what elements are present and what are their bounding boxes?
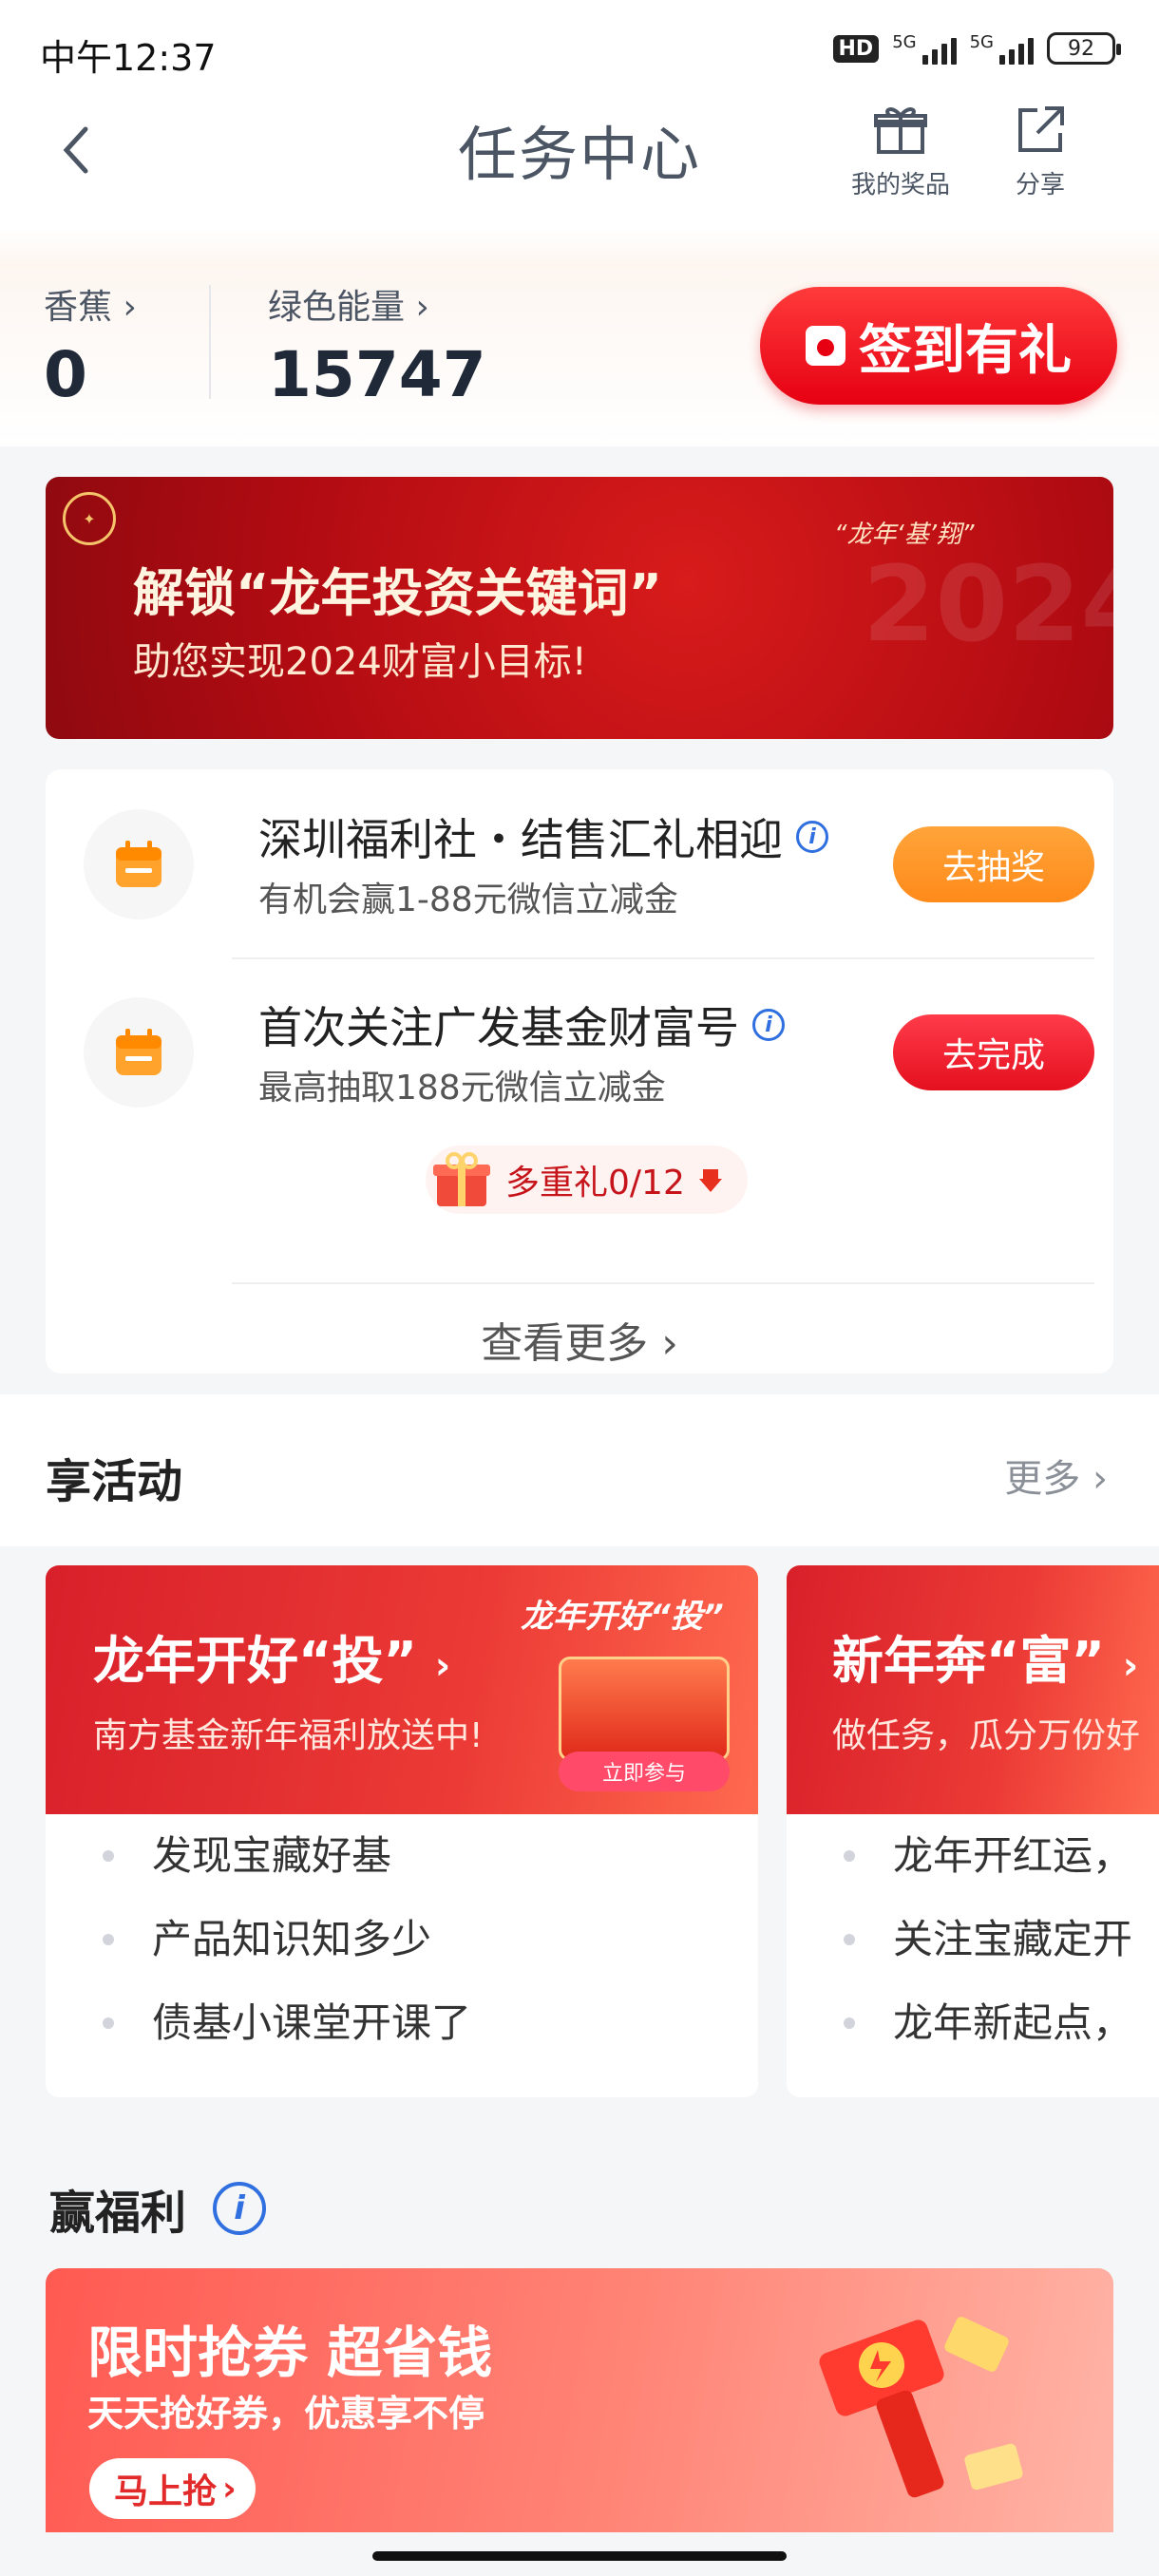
status-bar: 中午12:37 HD 5G 5G 92 (0, 0, 1159, 95)
more-label: 更多 (1004, 1457, 1081, 1501)
balance-area: 香蕉 › 0 绿色能量 › 15747 签到有礼 (0, 247, 1159, 437)
activity-subtitle: 做任务，瓜分万份好 (832, 1716, 1141, 1755)
join-button[interactable]: 立即参与 (559, 1752, 730, 1791)
status-time: 中午12:37 (40, 37, 217, 79)
hd-badge: HD (832, 34, 880, 63)
coupon-gun-illustration (819, 2317, 1023, 2498)
activities-header: 享活动 更多 › (0, 1394, 1159, 1546)
info-icon[interactable]: i (796, 821, 828, 853)
task-subtitle: 最高抽取188元微信立减金 (258, 1069, 666, 1108)
task-list: 深圳福利社・结售汇礼相迎 i 有机会赢1-88元微信立减金 去抽奖 首次关注广发基… (46, 769, 1113, 1373)
see-more-label: 查看更多 (481, 1319, 649, 1368)
multi-gift-label: 多重礼0/12 (505, 1164, 685, 1203)
banana-balance[interactable]: 香蕉 › 0 (44, 279, 137, 411)
gift-icon (874, 107, 927, 154)
list-item[interactable]: 龙年开红运， (787, 1814, 1159, 1898)
chevron-right-icon: › (661, 1319, 678, 1368)
complete-task-button[interactable]: 去完成 (893, 1014, 1094, 1090)
chevron-right-icon: › (222, 2469, 237, 2509)
banana-label: 香蕉 (44, 288, 113, 327)
list-item[interactable]: 产品知识知多少 (46, 1898, 758, 1981)
task-subtitle: 有机会赢1-88元微信立减金 (258, 881, 678, 919)
grab-now-label: 马上抢 (114, 2472, 218, 2511)
gift-box-icon (433, 1152, 490, 1206)
checkin-button[interactable]: 签到有礼 (760, 287, 1117, 405)
list-item[interactable]: 关注宝藏定开 (787, 1898, 1159, 1981)
my-prizes-label: 我的奖品 (851, 171, 951, 199)
share-button[interactable]: 分享 (1013, 103, 1068, 200)
section-title: 赢福利 (49, 2187, 187, 2240)
see-more-link[interactable]: 查看更多 › (46, 1309, 1113, 1370)
activity-title: 龙年开好“投” (93, 1631, 417, 1691)
activity-card-banner: 龙年开好“投” › 南方基金新年福利放送中! 龙年开好“投” 立即参与 (46, 1565, 758, 1814)
task-title: 深圳福利社・结售汇礼相迎 (258, 814, 783, 865)
task-title: 首次关注广发基金财富号 (258, 1002, 739, 1053)
banner-tag: “龙年‘基’翔” (834, 521, 975, 549)
activity-list: 发现宝藏好基 产品知识知多少 债基小课堂开课了 (46, 1814, 758, 2065)
activity-list: 龙年开红运， 关注宝藏定开 龙年新起点， (787, 1814, 1159, 2065)
divider (232, 1282, 1094, 1284)
activity-title: 新年奔“富” (832, 1631, 1105, 1691)
energy-balance[interactable]: 绿色能量 › 15747 (268, 279, 486, 411)
arrow-down-icon (698, 1169, 722, 1192)
energy-value: 15747 (268, 338, 486, 411)
signal-icon: 5G (892, 32, 957, 65)
battery-icon: 92 (1047, 32, 1121, 65)
home-indicator[interactable] (372, 2551, 787, 2561)
banner-subtitle: 助您实现2024财富小目标! (133, 640, 587, 684)
activity-card-banner: 新年奔“富” › 做任务，瓜分万份好 (787, 1565, 1159, 1814)
list-item[interactable]: 龙年新起点， (787, 1981, 1159, 2065)
section-title: 享活动 (46, 1455, 183, 1508)
banana-value: 0 (44, 338, 87, 411)
activity-subtitle: 南方基金新年福利放送中! (93, 1716, 484, 1755)
more-link[interactable]: 更多 › (1004, 1448, 1108, 1503)
my-prizes-button[interactable]: 我的奖品 (851, 103, 950, 200)
calendar-task-icon (84, 997, 194, 1108)
banner-title: 解锁“龙年投资关键词” (133, 563, 662, 623)
info-icon[interactable]: i (752, 1009, 785, 1041)
calendar-task-icon (84, 809, 194, 919)
gift-box-art (559, 1657, 730, 1761)
seal-icon: ✦ (63, 492, 116, 545)
promo-title: 限时抢券 超省钱 (87, 2320, 493, 2385)
promo-subtitle: 天天抢好券，优惠享不停 (87, 2393, 485, 2434)
welfare-header: 赢福利 i (0, 2147, 1159, 2261)
promo-banner[interactable]: ✦ 2024 “龙年‘基’翔” 解锁“龙年投资关键词” 助您实现2024财富小目… (46, 477, 1113, 739)
page-title: 任务中心 (457, 120, 701, 189)
chevron-right-icon: › (123, 288, 137, 327)
task-item: 深圳福利社・结售汇礼相迎 i 有机会赢1-88元微信立减金 去抽奖 (46, 769, 1113, 950)
info-icon[interactable]: i (213, 2182, 267, 2235)
multi-gift-badge[interactable]: 多重礼0/12 (426, 1146, 748, 1214)
signal-icon-2: 5G (970, 32, 1034, 65)
list-item[interactable]: 债基小课堂开课了 (46, 1981, 758, 2065)
year-watermark: 2024 (863, 543, 1113, 665)
divider (209, 285, 211, 399)
share-label: 分享 (1015, 171, 1065, 199)
list-item[interactable]: 发现宝藏好基 (46, 1814, 758, 1898)
red-envelope-illustration: 龙年开好“投” 立即参与 (521, 1590, 739, 1791)
calendar-icon (806, 326, 846, 366)
chevron-right-icon: › (1122, 1644, 1139, 1688)
network-type-2: 5G (969, 32, 994, 52)
nav-bar: 任务中心 我的奖品 分享 (0, 95, 1159, 218)
activity-card[interactable]: 龙年开好“投” › 南方基金新年福利放送中! 龙年开好“投” 立即参与 发现宝藏… (46, 1565, 758, 2097)
network-type: 5G (892, 32, 917, 52)
activity-card[interactable]: 新年奔“富” › 做任务，瓜分万份好 龙年开红运， 关注宝藏定开 龙年新起点， (787, 1565, 1159, 2097)
chevron-right-icon: › (434, 1644, 451, 1688)
chevron-right-icon: › (415, 288, 429, 327)
energy-label: 绿色能量 (268, 288, 406, 327)
task-item: 首次关注广发基金财富号 i 最高抽取188元微信立减金 去完成 (46, 957, 1113, 1138)
draw-lottery-button[interactable]: 去抽奖 (893, 826, 1094, 902)
checkin-label: 签到有礼 (859, 319, 1072, 382)
chevron-right-icon: › (1092, 1457, 1108, 1501)
coupon-promo-banner[interactable]: 限时抢券 超省钱 天天抢好券，优惠享不停 马上抢 › (46, 2268, 1113, 2532)
art-tag: 龙年开好“投” (521, 1598, 724, 1636)
grab-now-button[interactable]: 马上抢 › (89, 2458, 256, 2519)
battery-level: 92 (1068, 36, 1094, 61)
share-icon (1018, 106, 1064, 152)
